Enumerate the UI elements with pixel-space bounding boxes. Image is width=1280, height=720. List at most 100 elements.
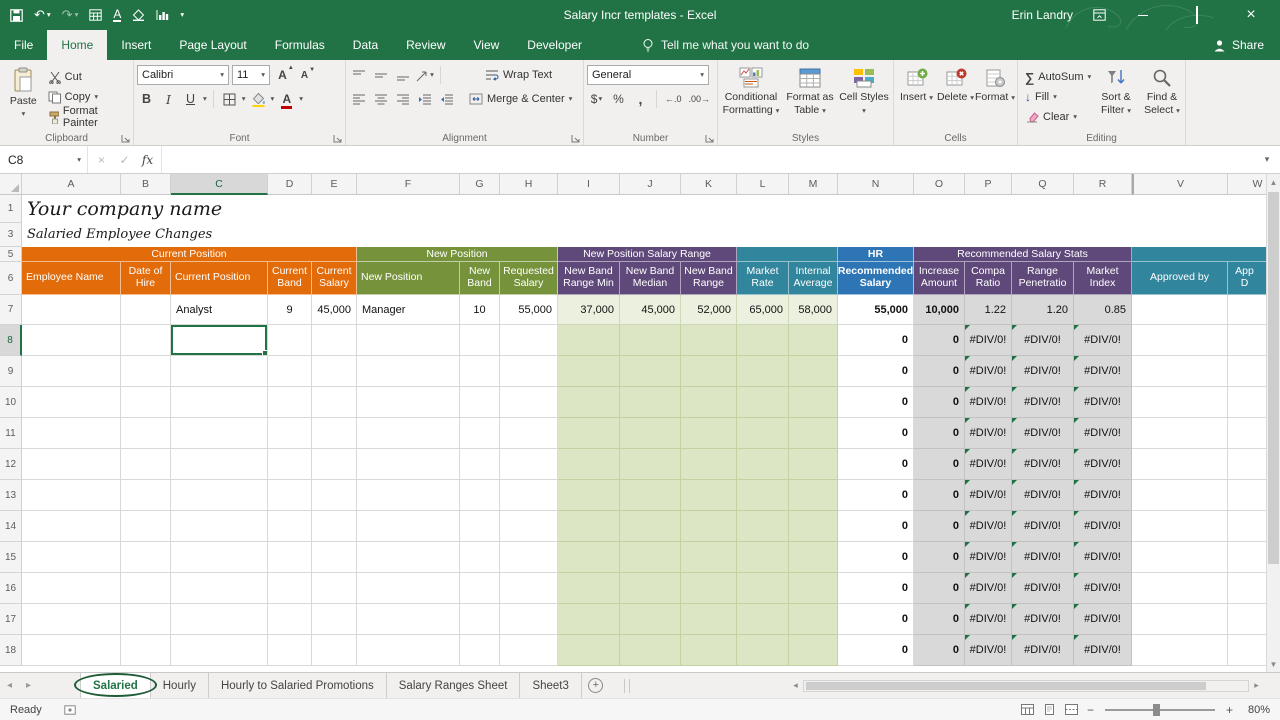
cell-C8[interactable] [171,325,268,356]
view-page-layout-icon[interactable] [1043,704,1056,715]
cell-V15[interactable] [1132,542,1228,573]
cell-F8[interactable] [357,325,460,356]
cell-C11[interactable] [171,418,268,449]
cell-O11[interactable]: 0 [914,418,965,449]
find-select-button[interactable]: Find & Select ▾ [1139,63,1185,131]
undo-icon[interactable]: ↶▾ [34,7,51,23]
alignment-dialog-launcher[interactable] [571,134,580,143]
borders-icon[interactable] [89,9,102,21]
cell-K11[interactable] [681,418,737,449]
cell-J15[interactable] [620,542,681,573]
row-header-16[interactable]: 16 [0,573,22,604]
column-header-M[interactable]: M [789,174,838,195]
cell-E11[interactable] [312,418,357,449]
cell-N18[interactable]: 0 [838,635,914,666]
cell-W13[interactable] [1228,480,1266,511]
cell-I9[interactable] [558,356,620,387]
signed-in-user[interactable]: Erin Landry [1012,8,1073,22]
cell-B15[interactable] [121,542,171,573]
cell-O1[interactable] [914,195,965,223]
vertical-scrollbar[interactable]: ▲ ▼ [1266,174,1280,672]
cell-I17[interactable] [558,604,620,635]
tab-scroll-splitter[interactable] [624,679,630,693]
cell-F16[interactable] [357,573,460,604]
format-painter-button[interactable]: Format Painter [44,107,130,127]
cell-V14[interactable] [1132,511,1228,542]
cell-V5[interactable] [1132,247,1266,262]
cell-M6[interactable]: Internal Average [789,262,838,295]
number-dialog-launcher[interactable] [705,134,714,143]
cell-G17[interactable] [460,604,500,635]
scroll-right-icon[interactable]: ▸ [1249,680,1264,691]
cell-N16[interactable]: 0 [838,573,914,604]
percent-style-icon[interactable]: % [609,89,628,109]
dropdown-icon[interactable]: ▾ [242,95,246,103]
cell-O13[interactable]: 0 [914,480,965,511]
cell-R10[interactable]: #DIV/0! [1074,387,1132,418]
insert-function-button[interactable]: fx [136,153,159,167]
wrap-text-button[interactable]: Wrap Text [481,65,556,85]
cell-Q1[interactable] [1012,195,1074,223]
zoom-slider-thumb[interactable] [1153,704,1160,716]
cell-A3[interactable]: Salaried Employee Changes [22,223,681,247]
zoom-out-icon[interactable]: − [1087,703,1094,717]
column-header-H[interactable]: H [500,174,558,195]
cell-Q7[interactable]: 1.20 [1012,295,1074,325]
cell-A15[interactable] [22,542,121,573]
cell-L17[interactable] [737,604,789,635]
cell-O7[interactable]: 10,000 [914,295,965,325]
fill-button[interactable]: ↓ Fill ▾ [1021,87,1093,107]
cell-D8[interactable] [268,325,312,356]
cell-G9[interactable] [460,356,500,387]
cell-F9[interactable] [357,356,460,387]
row-header-1[interactable]: 1 [0,195,22,223]
align-center-icon[interactable] [371,89,390,109]
cell-O14[interactable]: 0 [914,511,965,542]
cell-E9[interactable] [312,356,357,387]
cell-L9[interactable] [737,356,789,387]
redo-icon[interactable]: ↷▾ [62,7,79,23]
column-header-D[interactable]: D [268,174,312,195]
cell-C7[interactable]: Analyst [171,295,268,325]
zoom-slider[interactable] [1105,709,1215,711]
column-header-O[interactable]: O [914,174,965,195]
cut-button[interactable]: Cut [44,67,130,87]
cell-I8[interactable] [558,325,620,356]
cell-N3[interactable] [838,223,914,247]
cell-P1[interactable] [965,195,1012,223]
cell-K6[interactable]: New Band Range [681,262,737,295]
cell-Q8[interactable]: #DIV/0! [1012,325,1074,356]
ribbon-tab-developer[interactable]: Developer [513,30,596,60]
cell-L18[interactable] [737,635,789,666]
cell-V1[interactable] [1132,195,1228,223]
cell-D16[interactable] [268,573,312,604]
decrease-indent-icon[interactable] [415,89,434,109]
cell-B17[interactable] [121,604,171,635]
cell-O17[interactable]: 0 [914,604,965,635]
cell-B9[interactable] [121,356,171,387]
delete-cells-button[interactable]: Delete ▾ [936,63,975,131]
column-header-A[interactable]: A [22,174,121,195]
cell-M8[interactable] [789,325,838,356]
cell-Q6[interactable]: Range Penetratio [1012,262,1074,295]
cell-R12[interactable]: #DIV/0! [1074,449,1132,480]
cell-N13[interactable]: 0 [838,480,914,511]
cell-K14[interactable] [681,511,737,542]
cell-N9[interactable]: 0 [838,356,914,387]
format-as-table-button[interactable]: Format as Table ▾ [781,63,839,131]
cell-P13[interactable]: #DIV/0! [965,480,1012,511]
cancel-entry-icon[interactable]: × [90,153,113,167]
ribbon-tab-formulas[interactable]: Formulas [261,30,339,60]
cell-L12[interactable] [737,449,789,480]
row-header-15[interactable]: 15 [0,542,22,573]
confirm-entry-icon[interactable]: ✓ [113,153,136,167]
cell-O12[interactable]: 0 [914,449,965,480]
customize-qat-icon[interactable]: ▾ [180,11,184,19]
row-header-18[interactable]: 18 [0,635,22,666]
cell-K13[interactable] [681,480,737,511]
column-header-B[interactable]: B [121,174,171,195]
cell-G11[interactable] [460,418,500,449]
cell-N12[interactable]: 0 [838,449,914,480]
cell-R14[interactable]: #DIV/0! [1074,511,1132,542]
row-header-7[interactable]: 7 [0,295,22,325]
